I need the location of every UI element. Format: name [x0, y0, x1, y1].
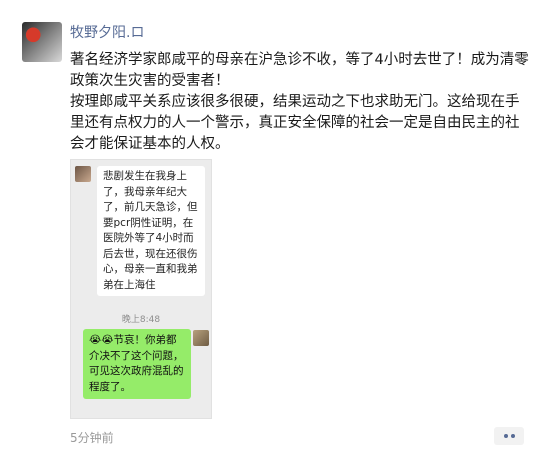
chat-message-sent: 😭😭节哀！你弟都介决不了这个问题，可见这次政府混乱的程度了。: [83, 329, 191, 399]
self-avatar: [193, 330, 209, 346]
post-paragraph-2: 按理郎咸平关系应该很多很硬，结果运动之下也求助无门。这给现在手里还有点权力的人一…: [70, 94, 520, 152]
dot-icon: [503, 434, 508, 438]
user-avatar[interactable]: [22, 22, 62, 62]
chat-timestamp: 晚上8:48: [121, 315, 161, 325]
more-dots-icon[interactable]: [494, 427, 524, 445]
post-paragraph-1: 著名经济学家郎咸平的母亲在沪急诊不收，等了4小时去世了！成为清零政策次生灾害的受…: [70, 52, 529, 89]
friend-avatar: [75, 166, 91, 182]
chat-screenshot-image[interactable]: 悲剧发生在我身上了，我母亲年纪大了，前几天急诊，但要pcr阴性证明，在医院外等了…: [70, 159, 212, 419]
dot-icon: [510, 434, 515, 438]
chat-message-received: 悲剧发生在我身上了，我母亲年纪大了，前几天急诊，但要pcr阴性证明，在医院外等了…: [97, 166, 205, 296]
post-body: 著名经济学家郎咸平的母亲在沪急诊不收，等了4小时去世了！成为清零政策次生灾害的受…: [70, 50, 530, 155]
post-time: 5分钟前: [70, 431, 114, 445]
author-name[interactable]: 牧野夕阳.ロ: [70, 22, 144, 42]
